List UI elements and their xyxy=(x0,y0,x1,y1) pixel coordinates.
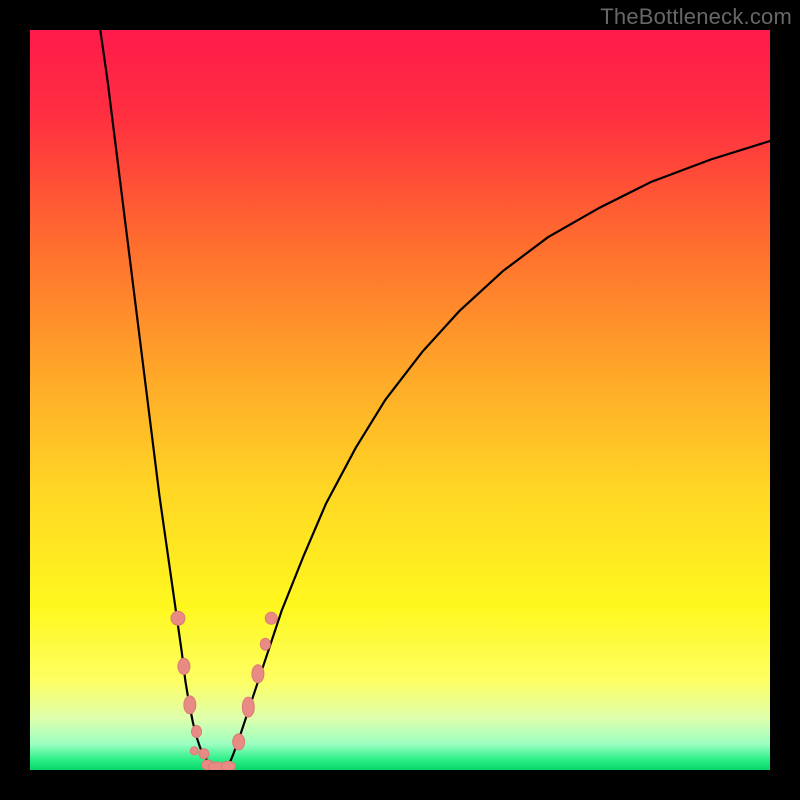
marker-dot xyxy=(190,747,198,755)
curve-layer xyxy=(30,30,770,770)
marker-dot xyxy=(221,761,235,770)
marker-dot xyxy=(242,697,254,717)
marker-dot xyxy=(260,638,270,650)
marker-dot xyxy=(171,611,185,625)
marker-dot xyxy=(178,658,190,674)
marker-dot xyxy=(265,612,277,624)
marker-dot xyxy=(199,749,209,759)
series-left-curve xyxy=(100,30,215,769)
marker-dot xyxy=(233,734,245,750)
series-right-curve xyxy=(226,141,770,769)
marker-dot xyxy=(192,726,202,738)
marker-dot xyxy=(252,665,264,683)
chart-frame: TheBottleneck.com xyxy=(0,0,800,800)
plot-area xyxy=(30,30,770,770)
watermark-text: TheBottleneck.com xyxy=(600,4,792,30)
marker-dot xyxy=(184,696,196,714)
